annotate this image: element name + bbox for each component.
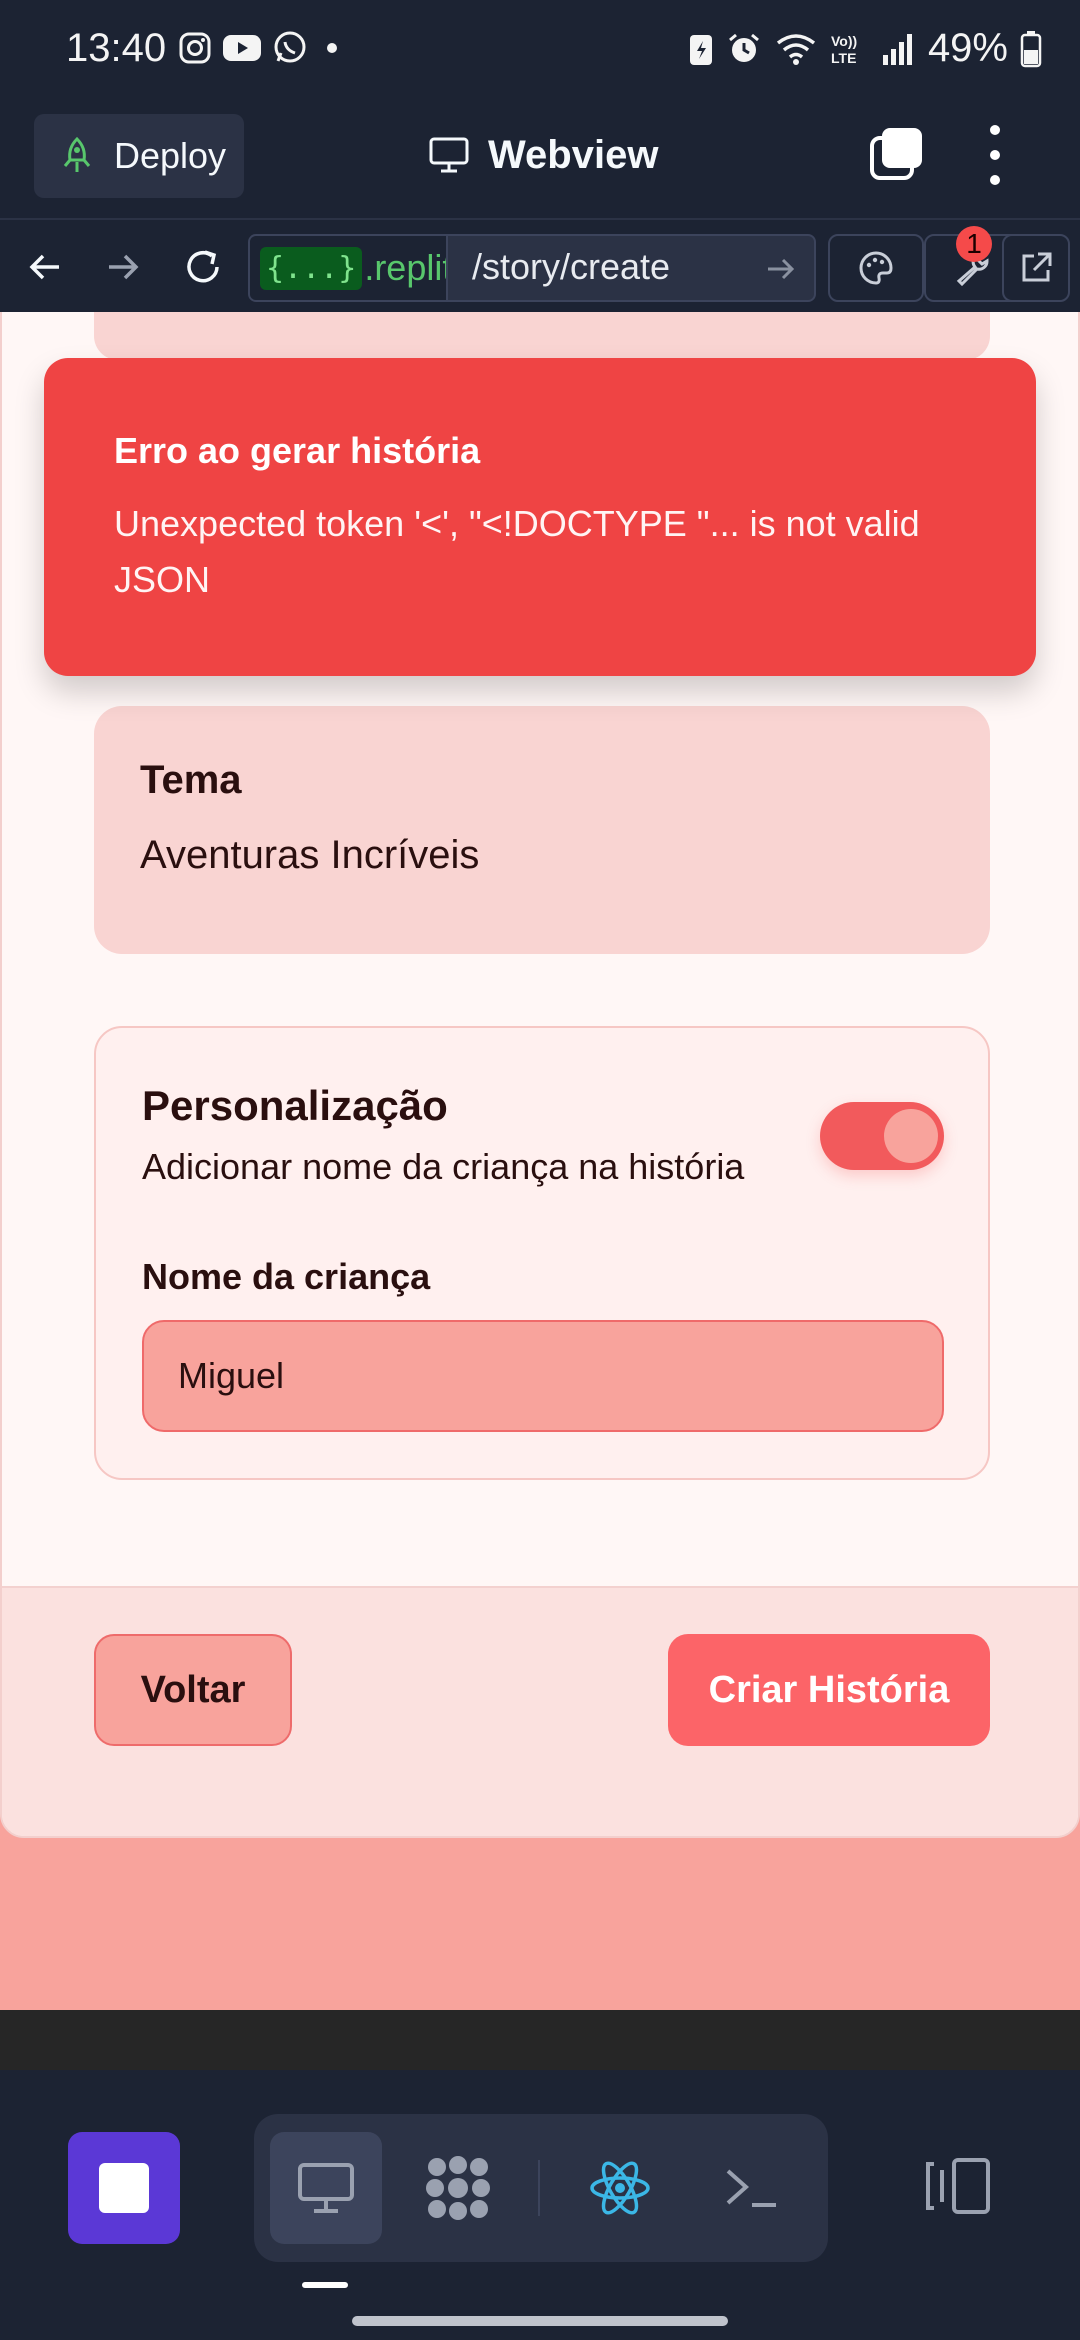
webview-content: Tema Aventuras Incríveis Personalização … (0, 312, 1080, 2010)
deploy-button[interactable]: Deploy (34, 114, 244, 198)
tool-packages[interactable] (402, 2132, 514, 2244)
wifi-icon (776, 33, 816, 65)
theme-label: Tema (140, 758, 242, 802)
split-view-icon[interactable] (922, 2156, 992, 2216)
personalization-toggle[interactable] (820, 1102, 944, 1170)
dot-icon (327, 43, 337, 53)
url-path[interactable]: /story/create (472, 246, 670, 288)
volte-icon: Vo))LTE (831, 33, 857, 66)
tool-webview[interactable] (270, 2132, 382, 2244)
repl-badge: {...} (260, 246, 363, 290)
system-icons: Vo)) LTE 49% (688, 26, 1042, 71)
theme-value: Aventuras Incríveis (140, 833, 480, 877)
personalization-section: Personalização Adicionar nome da criança… (94, 1026, 990, 1480)
palette-icon (859, 251, 893, 285)
url-bar[interactable]: {...} .replit.c /story/create (248, 234, 816, 302)
monitor-icon (298, 2163, 354, 2213)
url-host: {...} .replit.c (250, 236, 448, 300)
open-external-button[interactable] (1002, 234, 1070, 302)
instagram-icon (179, 32, 211, 64)
home-gesture-bar[interactable] (352, 2316, 728, 2326)
monitor-icon (429, 137, 469, 173)
webview-title-text: Webview (488, 132, 659, 177)
rocket-icon (63, 136, 91, 172)
stop-button[interactable] (68, 2132, 180, 2244)
battery-percent: 49% (927, 26, 1008, 70)
child-name-label: Nome da criança (142, 1256, 431, 1297)
webview-toolbar: {...} .replit.c /story/create 1 (0, 218, 1080, 312)
error-toast: Erro ao gerar história Unexpected token … (44, 358, 1036, 676)
tool-switcher (254, 2114, 828, 2262)
whatsapp-icon (274, 31, 306, 63)
active-tool-indicator (302, 2282, 348, 2288)
toggle-knob (884, 1109, 938, 1163)
theme-section: Tema Aventuras Incríveis (94, 706, 990, 954)
more-options-icon[interactable] (980, 120, 1010, 190)
tool-divider (538, 2160, 540, 2216)
battery-icon (1020, 30, 1042, 67)
bottom-strip (0, 2010, 1080, 2070)
forward-icon[interactable] (96, 240, 150, 294)
error-message: Unexpected token '<', "<!DOCTYPE "... is… (114, 503, 920, 600)
back-button[interactable]: Voltar (94, 1634, 292, 1746)
svg-text:Vo)): Vo)) (831, 33, 857, 49)
workspace-header: Deploy Webview (0, 96, 1080, 218)
previous-section (94, 312, 990, 360)
reload-icon[interactable] (176, 240, 230, 294)
devtools-palette-button[interactable] (828, 234, 924, 302)
stop-icon (99, 2163, 149, 2213)
terminal-icon (726, 2169, 776, 2207)
go-arrow-icon[interactable] (764, 252, 798, 286)
battery-saver-icon (689, 34, 712, 65)
personalization-subtitle: Adicionar nome da criança na história (142, 1146, 745, 1187)
create-story-button[interactable]: Criar História (668, 1634, 990, 1746)
url-host-text: .replit.c (364, 247, 446, 288)
notification-icons (178, 30, 342, 66)
back-icon[interactable] (18, 240, 72, 294)
external-link-icon (1022, 252, 1052, 282)
personalization-title: Personalização (142, 1082, 448, 1129)
svg-text:LTE: LTE (831, 50, 856, 66)
signal-icon (882, 33, 912, 65)
tool-shell[interactable] (696, 2132, 808, 2244)
status-bar: 13:40 Vo)) LTE 49% (0, 0, 1080, 96)
error-title: Erro ao gerar história (114, 430, 481, 471)
bottom-toolbar (0, 2070, 1080, 2340)
youtube-icon (223, 35, 261, 61)
tool-react[interactable] (564, 2132, 676, 2244)
alarm-icon (728, 33, 759, 62)
react-icon (590, 2161, 650, 2215)
clock: 13:40 (66, 26, 167, 70)
packages-icon (426, 2156, 490, 2220)
child-name-input[interactable] (142, 1320, 944, 1432)
tabs-icon[interactable] (868, 124, 926, 182)
webview-tab-title: Webview (428, 120, 658, 190)
deploy-label: Deploy (114, 135, 227, 176)
notification-badge: 1 (956, 226, 992, 262)
